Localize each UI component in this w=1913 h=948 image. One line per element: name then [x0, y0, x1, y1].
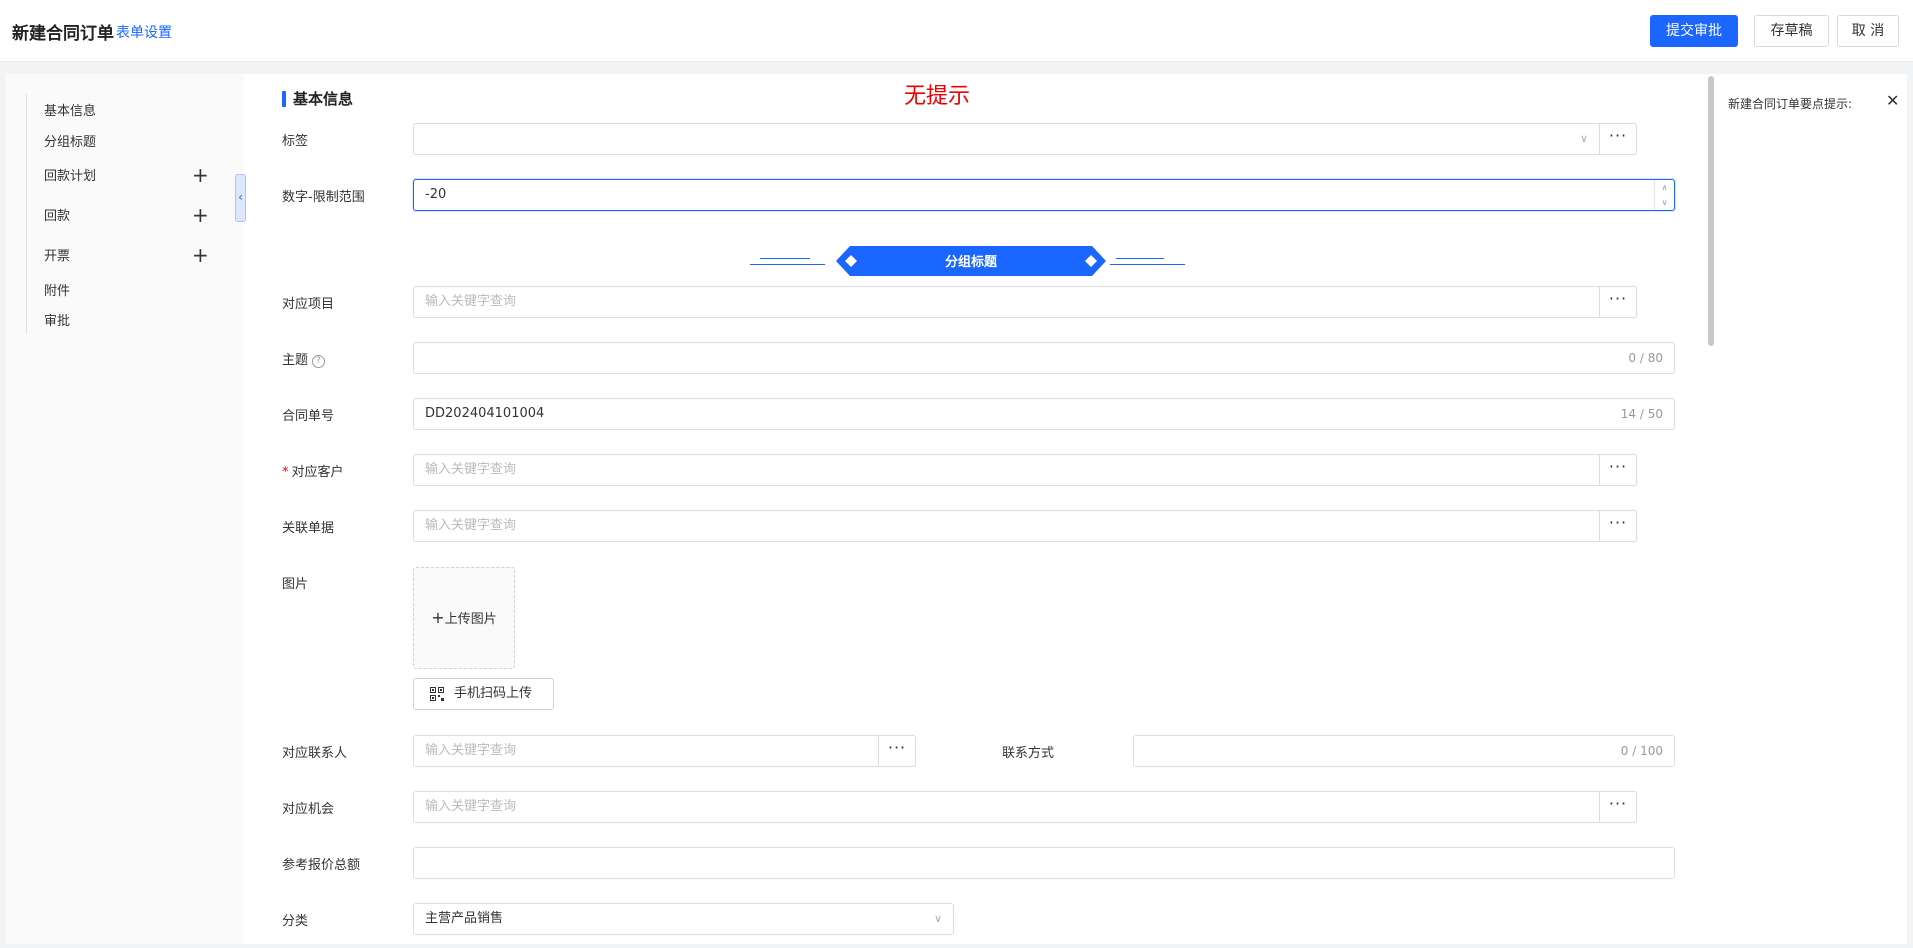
tag-label: 标签 [282, 134, 309, 149]
scan-upload-label: 手机扫码上传 [454, 686, 533, 701]
step-down-icon[interactable]: ∨ [1655, 195, 1674, 210]
category-label: 分类 [282, 914, 309, 929]
contract-no-input[interactable]: DD202404101004 14 / 50 [413, 398, 1675, 430]
tips-panel: 新建合同订单要点提示: ✕ [1718, 74, 1907, 944]
contact-placeholder: 输入关键字查询 [425, 743, 517, 758]
subject-label-text: 主题 [282, 353, 309, 368]
required-mark: * [282, 465, 289, 480]
contact-input[interactable]: 输入关键字查询 ··· [413, 735, 916, 767]
cancel-button[interactable]: 取 消 [1837, 15, 1899, 47]
nav-item-group-title[interactable]: 分组标题 [44, 131, 96, 150]
group-line-right-bottom [1110, 264, 1185, 265]
category-select[interactable]: 主营产品销售 ∨ [413, 903, 954, 935]
quote-total-input[interactable] [413, 847, 1675, 879]
customer-label-text: 对应客户 [291, 465, 344, 480]
number-stepper[interactable]: ∧ ∨ [1654, 180, 1674, 210]
project-label: 对应项目 [282, 297, 335, 312]
opportunity-label: 对应机会 [282, 802, 335, 817]
related-doc-input[interactable]: 输入关键字查询 ··· [413, 510, 1637, 542]
add-invoice-icon[interactable]: + [192, 245, 209, 265]
chevron-down-icon[interactable]: ∨ [934, 904, 942, 934]
add-payment-icon[interactable]: + [192, 205, 209, 225]
opportunity-more-button[interactable]: ··· [1599, 791, 1637, 823]
add-payment-plan-icon[interactable]: + [192, 165, 209, 185]
project-input[interactable]: 输入关键字查询 ··· [413, 286, 1637, 318]
tag-more-button[interactable]: ··· [1599, 123, 1637, 155]
form-settings-link[interactable]: 表单设置 [116, 22, 172, 42]
group-line-right-top [1116, 258, 1164, 259]
no-tip-annotation: 无提示 [904, 84, 971, 109]
opportunity-input[interactable]: 输入关键字查询 ··· [413, 791, 1637, 823]
nav-item-attachment[interactable]: 附件 [44, 280, 70, 299]
form-area: 基本信息 无提示 标签 ∨ ··· 数字-限制范围 -20 ∧ ∨ 分组标题 对… [244, 74, 1714, 944]
help-icon[interactable]: ? [312, 355, 326, 368]
subject-counter: 0 / 80 [1628, 351, 1663, 365]
number-range-input[interactable]: -20 ∧ ∨ [413, 179, 1675, 211]
contract-no-label: 合同单号 [282, 409, 335, 424]
step-up-icon[interactable]: ∧ [1655, 180, 1674, 195]
chevron-down-icon[interactable]: ∨ [1580, 124, 1588, 154]
number-range-label: 数字-限制范围 [282, 190, 365, 205]
contract-no-counter: 14 / 50 [1620, 407, 1663, 421]
upload-image-button[interactable]: +上传图片 [413, 567, 515, 669]
section-title: 基本信息 [293, 90, 354, 108]
opportunity-placeholder: 输入关键字查询 [425, 799, 517, 814]
number-range-value: -20 [425, 187, 447, 202]
scan-upload-button[interactable]: 手机扫码上传 [413, 678, 554, 710]
left-nav: 基本信息 分组标题 回款计划 + 回款 + 开票 + 附件 审批 [6, 74, 244, 944]
nav-item-approval[interactable]: 审批 [44, 310, 70, 329]
tips-title: 新建合同订单要点提示: [1728, 97, 1853, 111]
close-icon[interactable]: ✕ [1886, 91, 1899, 110]
related-doc-placeholder: 输入关键字查询 [425, 518, 517, 533]
image-label: 图片 [282, 577, 309, 592]
related-doc-label: 关联单据 [282, 521, 335, 536]
nav-item-basic-info[interactable]: 基本信息 [44, 100, 96, 119]
subject-label: 主题? [282, 349, 326, 368]
project-placeholder: 输入关键字查询 [425, 294, 517, 309]
group-title-text: 分组标题 [945, 254, 998, 270]
related-doc-more-button[interactable]: ··· [1599, 510, 1637, 542]
page-header: 新建合同订单 表单设置 提交审批 存草稿 取 消 [0, 0, 1913, 62]
nav-item-payment[interactable]: 回款 [44, 205, 70, 224]
scrollbar[interactable] [1708, 76, 1714, 944]
content-frame: 基本信息 分组标题 回款计划 + 回款 + 开票 + 附件 审批 ‹ 基本信息 … [6, 74, 1907, 944]
nav-item-invoice[interactable]: 开票 [44, 245, 70, 264]
contact-more-button[interactable]: ··· [878, 735, 916, 767]
project-more-button[interactable]: ··· [1599, 286, 1637, 318]
customer-more-button[interactable]: ··· [1599, 454, 1637, 486]
plus-icon: + [431, 608, 445, 627]
scroll-thumb[interactable] [1708, 76, 1714, 346]
nav-divider [26, 94, 27, 334]
contact-method-label: 联系方式 [1002, 746, 1055, 761]
group-line-left-bottom [750, 264, 825, 265]
customer-input[interactable]: 输入关键字查询 ··· [413, 454, 1637, 486]
contact-method-input[interactable]: 0 / 100 [1133, 735, 1675, 767]
section-accent-bar [282, 91, 286, 107]
subject-input[interactable]: 0 / 80 [413, 342, 1675, 374]
group-title-banner: 分组标题 [836, 246, 1106, 276]
contract-no-value: DD202404101004 [425, 406, 545, 421]
customer-placeholder: 输入关键字查询 [425, 462, 517, 477]
upload-image-label: 上传图片 [444, 612, 497, 627]
page-title: 新建合同订单 [12, 24, 114, 44]
contact-label: 对应联系人 [282, 746, 348, 761]
category-value: 主营产品销售 [425, 911, 504, 926]
group-line-left-top [760, 258, 810, 259]
contact-method-counter: 0 / 100 [1620, 744, 1663, 758]
nav-item-payment-plan[interactable]: 回款计划 [44, 165, 96, 184]
tag-select[interactable]: ∨ ··· [413, 123, 1637, 155]
customer-label: * 对应客户 [282, 461, 344, 480]
quote-total-label: 参考报价总额 [282, 858, 361, 873]
save-draft-button[interactable]: 存草稿 [1754, 15, 1829, 47]
qr-code-icon [430, 687, 444, 701]
submit-approval-button[interactable]: 提交审批 [1650, 15, 1738, 47]
